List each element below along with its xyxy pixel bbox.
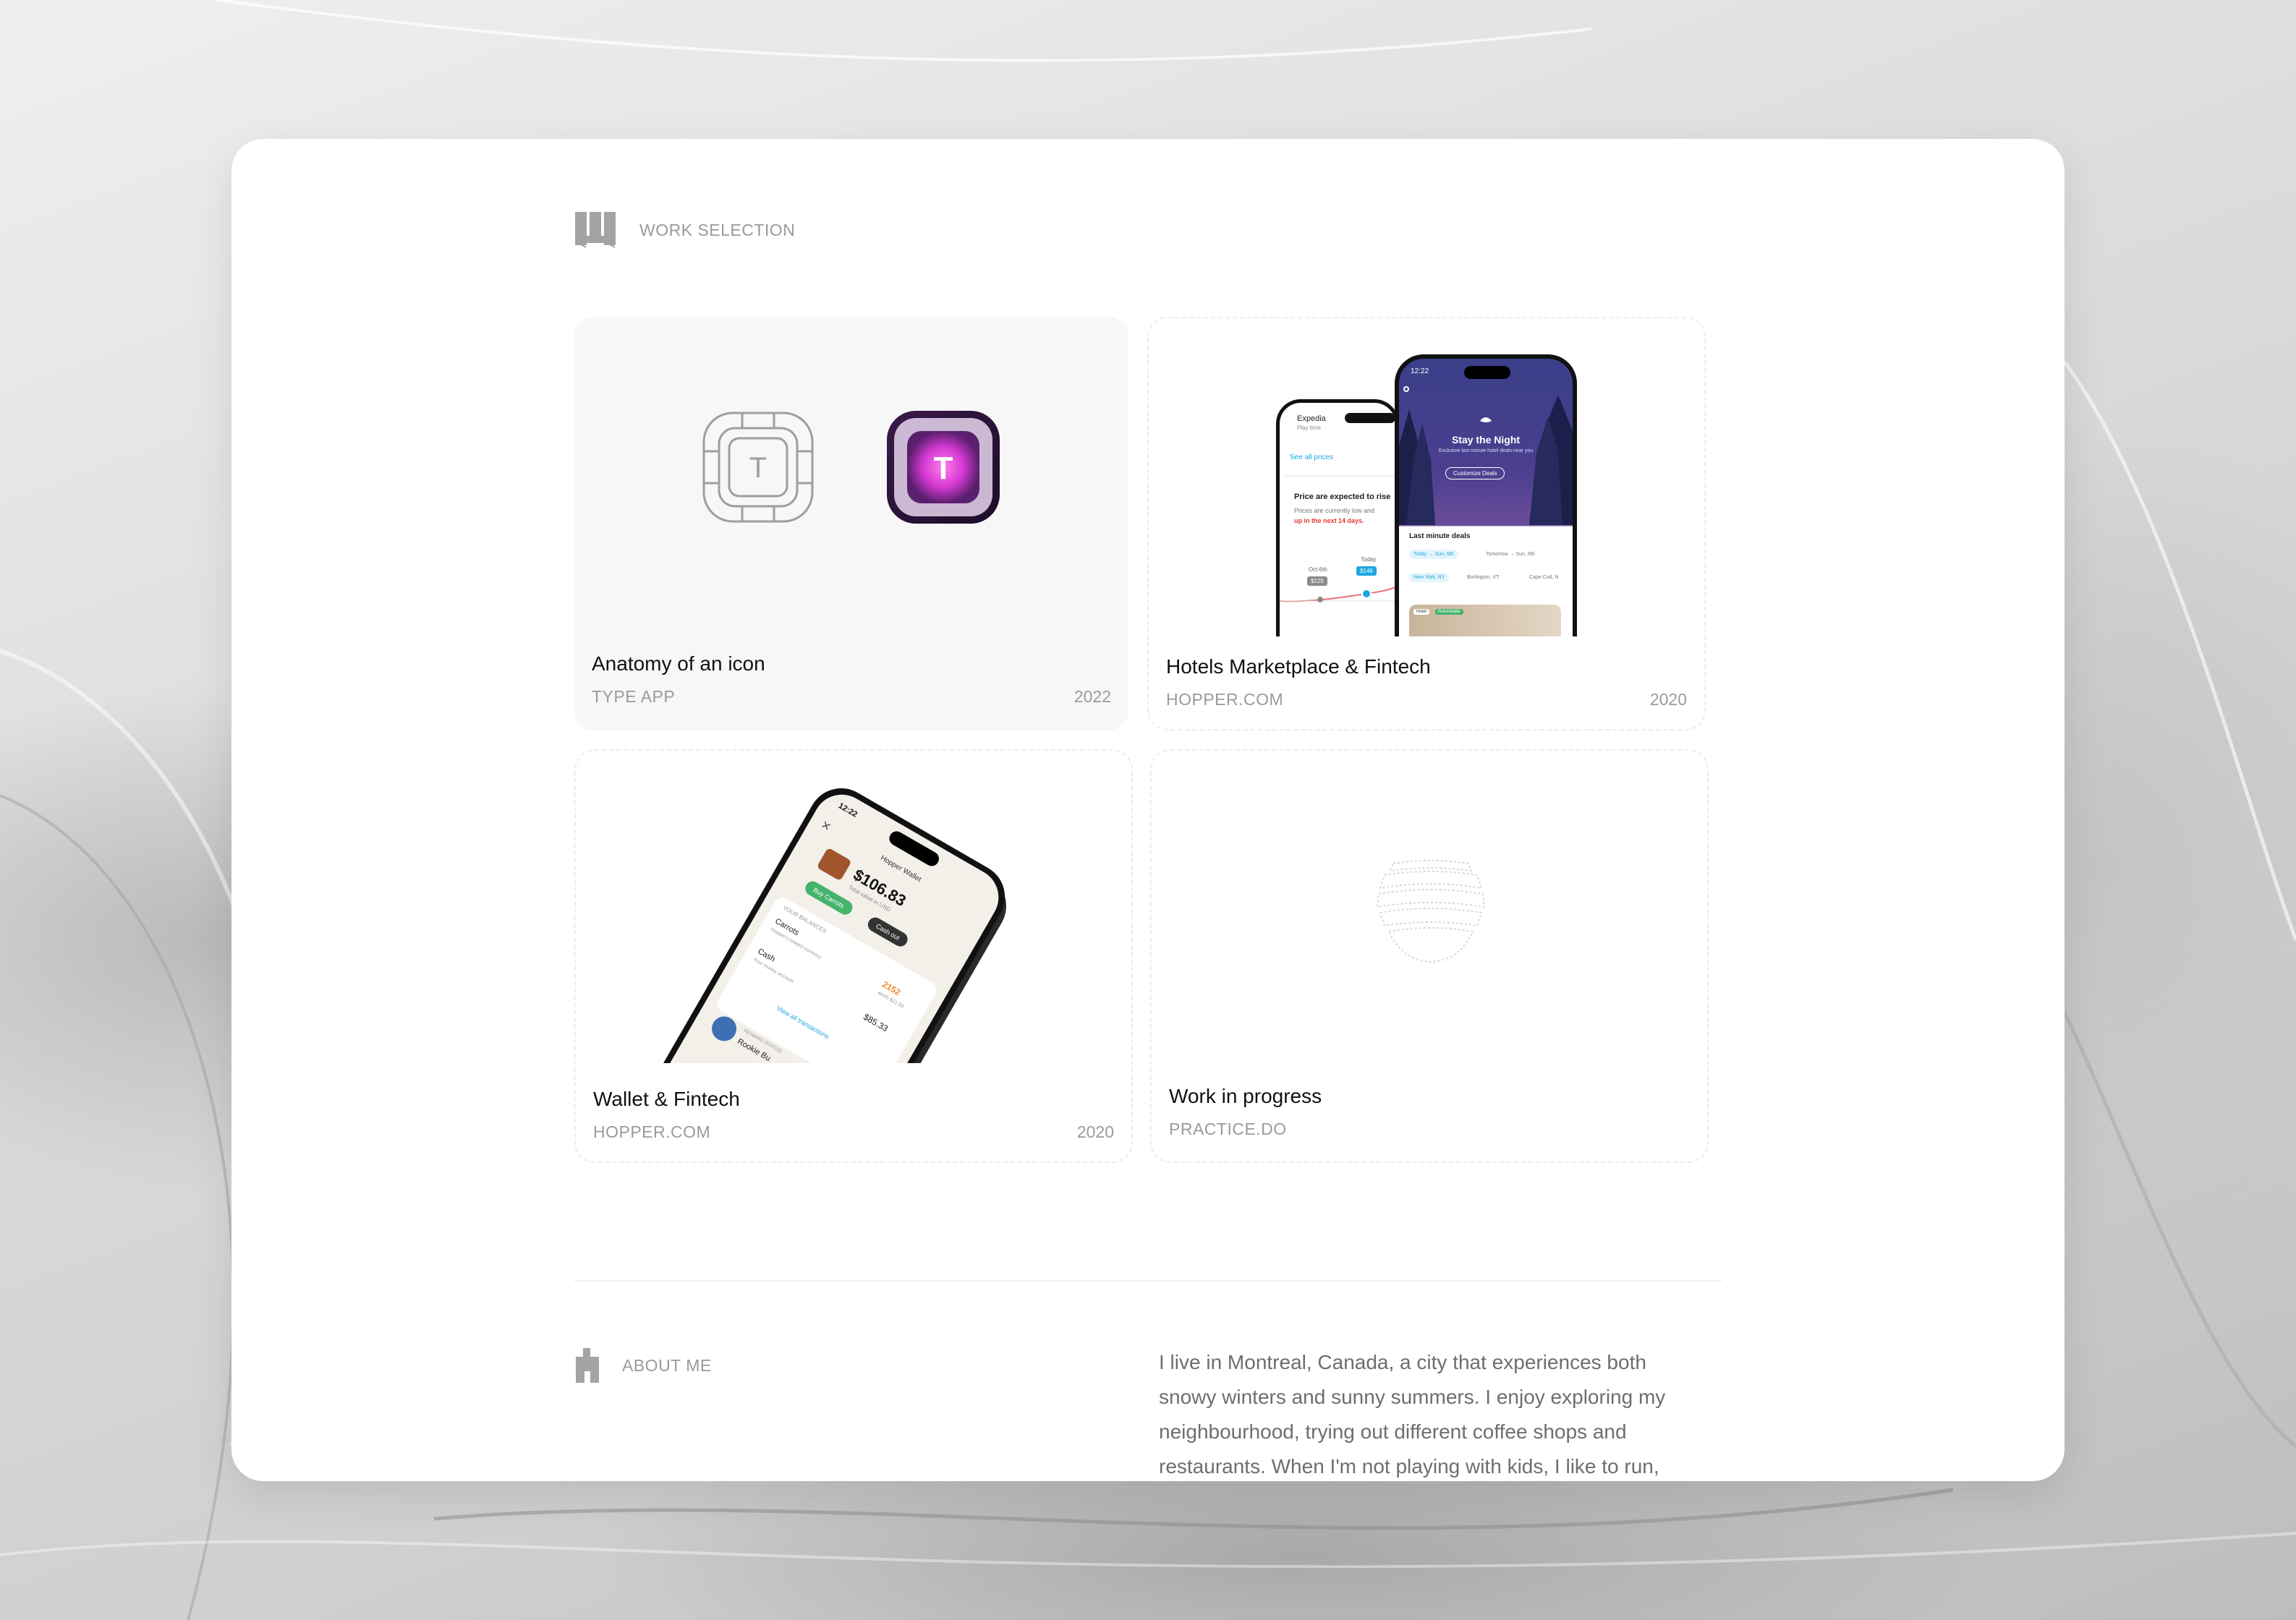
- buy-carrots-button: Buy Carrots: [802, 878, 855, 918]
- project-title: Anatomy of an icon: [592, 652, 765, 675]
- phone-notch: [1464, 366, 1510, 379]
- price-today: $146: [1356, 566, 1377, 576]
- section-divider: [574, 1280, 1722, 1282]
- cash-out-button: Cash out: [865, 914, 911, 950]
- project-card-wallet[interactable]: 12:22 ✕ Hopper Wallet $106.83 Total valu…: [574, 749, 1133, 1163]
- back-sub: Play time: [1297, 425, 1321, 431]
- icon-wireframe-icon: T: [702, 412, 814, 523]
- phone-notch: [1345, 413, 1395, 423]
- warning-red: up in the next 14 days.: [1294, 517, 1364, 524]
- hotel-photo: [1409, 605, 1561, 636]
- about-text: I live in Montreal, Canada, a city that …: [1159, 1351, 1666, 1478]
- project-year: 2020: [1649, 690, 1687, 709]
- badge-hotel: Hotel: [1413, 609, 1430, 615]
- deal-chip-tomorrow: Tomorrow → Sun, 6th: [1486, 552, 1535, 557]
- city-chip-newyork: New York, NY: [1409, 573, 1450, 582]
- hotels-front-phone: 12:22 Stay the Night Exclusive last minu…: [1395, 354, 1577, 636]
- type-app-icon: T: [887, 411, 1000, 524]
- badge-refundable: Refundable: [1435, 609, 1463, 615]
- project-client: HOPPER.COM: [1166, 690, 1284, 709]
- warning-title: Price are expected to rise: [1294, 493, 1391, 501]
- hotels-back-phone: Expedia Play time See all prices Price a…: [1276, 399, 1399, 636]
- project-card-wip[interactable]: Work in progress PRACTICE.DO: [1150, 749, 1709, 1163]
- about-section-header: ABOUT ME: [574, 1347, 712, 1384]
- about-section-label: ABOUT ME: [622, 1355, 712, 1375]
- work-logo-icon: [575, 212, 616, 248]
- label-today: Today: [1361, 556, 1377, 563]
- wallet-phone: 12:22 ✕ Hopper Wallet $106.83 Total valu…: [612, 776, 1017, 1063]
- customize-deals-button: Customize Deals: [1445, 467, 1505, 479]
- label-oct: Oct 6th: [1309, 566, 1327, 573]
- price-chart: [1280, 587, 1395, 602]
- project-year: 2022: [1073, 687, 1111, 706]
- wallet-phone-clip: 12:22 ✕ Hopper Wallet $106.83 Total valu…: [576, 751, 1131, 1063]
- see-all-link: See all prices: [1290, 453, 1334, 461]
- front-time: 12:22: [1411, 367, 1429, 375]
- project-title: Wallet & Fintech: [593, 1088, 740, 1110]
- work-section-header: WORK SELECTION: [573, 210, 795, 250]
- front-headline: Stay the Night: [1451, 434, 1521, 446]
- portfolio-panel: WORK SELECTION T T Anatomy of an icon TY…: [231, 139, 2065, 1481]
- front-headline-sub: Exclusive last minute hotel deals near y…: [1438, 448, 1534, 453]
- city-chip-capecod: Cape Cod, N: [1529, 575, 1559, 580]
- svg-text:T: T: [749, 452, 767, 484]
- about-person-icon: [576, 1348, 599, 1383]
- project-title: Work in progress: [1169, 1085, 1322, 1107]
- project-year: 2020: [1076, 1122, 1114, 1141]
- project-card-anatomy[interactable]: T T Anatomy of an icon TYPE APP 2022: [574, 317, 1128, 730]
- deal-chip-today: Today → Sun, 6th: [1409, 550, 1458, 559]
- project-title: Hotels Marketplace & Fintech: [1166, 655, 1431, 678]
- project-client: HOPPER.COM: [593, 1122, 711, 1141]
- warning-body: Prices are currently low and: [1294, 507, 1375, 514]
- back-brand: Expedia: [1297, 414, 1326, 423]
- project-client: TYPE APP: [592, 687, 676, 706]
- wallet-icon: [816, 847, 852, 882]
- deals-title: Last minute deals: [1409, 532, 1471, 540]
- svg-text:T: T: [934, 451, 953, 486]
- project-client: PRACTICE.DO: [1169, 1120, 1287, 1138]
- project-card-hotels[interactable]: Expedia Play time See all prices Price a…: [1147, 317, 1706, 730]
- placeholder-stack-icon: [1376, 860, 1486, 963]
- work-section-label: WORK SELECTION: [639, 220, 796, 239]
- wallet-time: 12:22: [836, 801, 859, 819]
- city-chip-burlington: Burlington, VT: [1467, 575, 1500, 580]
